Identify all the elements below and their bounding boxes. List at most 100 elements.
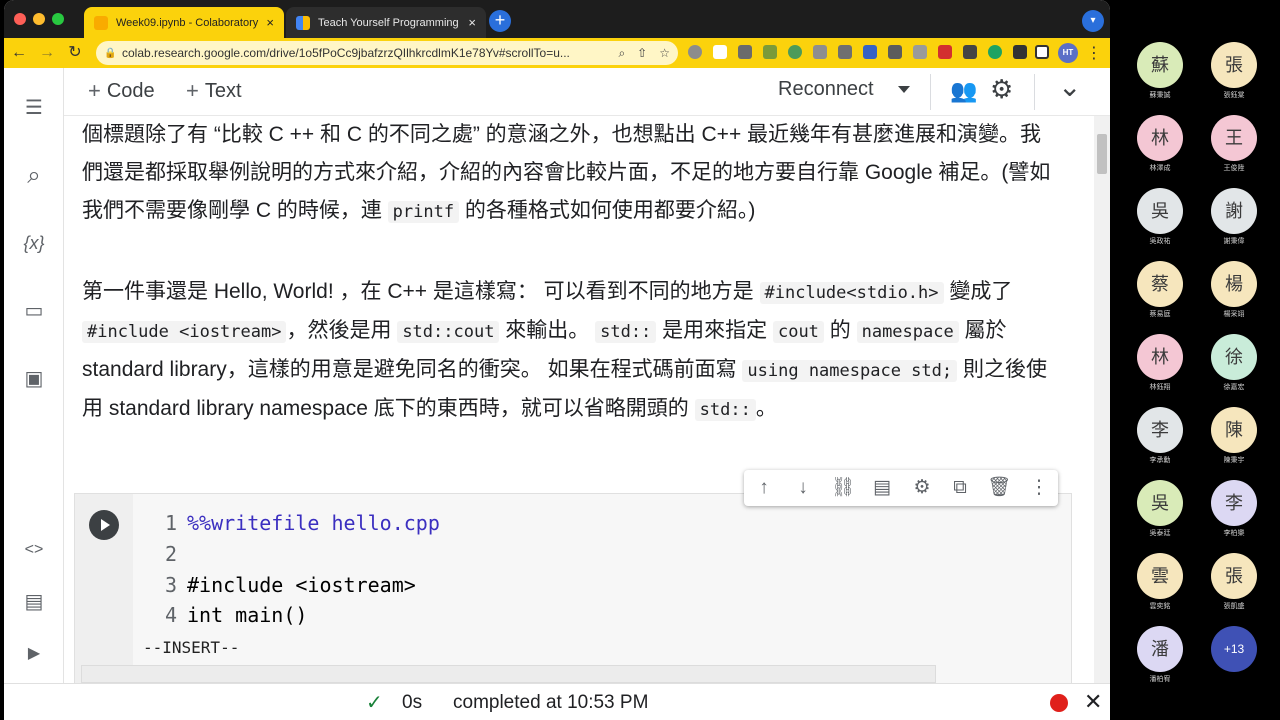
cell-settings-gear-icon[interactable]: ⚙ (910, 476, 934, 500)
tab-close-icon[interactable]: × (266, 15, 274, 30)
scrollbar-thumb[interactable] (1097, 134, 1107, 174)
extension-icon[interactable] (813, 45, 827, 59)
avatar: 陳 (1211, 407, 1257, 453)
tab-colab[interactable]: Week09.ipynb - Colaboratory × (84, 7, 284, 38)
settings-gear-icon[interactable]: ⚙ (990, 74, 1013, 105)
cell-toolbar: ↑ ↓ ⛓ ▤ ⚙ ⧉ 🗑 ⋮ (744, 470, 1058, 506)
mirror-cell-icon[interactable]: ⧉ (948, 476, 972, 500)
more-options-icon[interactable]: ⋮ (1027, 476, 1051, 500)
extension-icon[interactable] (888, 45, 902, 59)
code-line[interactable]: 2 (155, 539, 187, 569)
participant-tile[interactable]: 楊楊采翊 (1204, 261, 1264, 319)
extension-icon[interactable] (863, 45, 877, 59)
forward-arrow-icon[interactable]: → (36, 42, 58, 64)
participant-name: 吳政祐 (1149, 238, 1171, 245)
participant-tile[interactable]: 雲雲奕銘 (1130, 553, 1190, 611)
avatar: 李 (1211, 480, 1257, 526)
bookmark-star-icon[interactable]: ☆ (659, 46, 670, 60)
comment-icon[interactable]: ▤ (870, 476, 894, 500)
vertical-scrollbar[interactable] (1094, 116, 1110, 683)
extension-icon[interactable] (938, 45, 952, 59)
participant-tile[interactable]: 蔡蔡易庭 (1130, 261, 1190, 319)
tab-teach-yourself[interactable]: Teach Yourself Programming in × (286, 7, 486, 38)
share-icon[interactable]: ⇧ (637, 46, 647, 60)
extension-icon[interactable] (988, 45, 1002, 59)
address-bar[interactable]: 🔒 colab.research.google.com/drive/1o5fPo… (96, 41, 678, 65)
files-folder-icon[interactable]: ▭ (20, 297, 48, 325)
url-text[interactable]: colab.research.google.com/drive/1o5fPoCc… (122, 46, 606, 60)
terminal-icon[interactable]: ▶ (20, 640, 48, 668)
extension-icon[interactable] (713, 45, 727, 59)
extension-icon[interactable] (738, 45, 752, 59)
back-arrow-icon[interactable]: ← (8, 42, 30, 64)
horizontal-scrollbar[interactable] (81, 665, 936, 683)
participant-tile[interactable]: +13 (1204, 626, 1264, 674)
extension-icon[interactable] (913, 45, 927, 59)
calendar-icon[interactable]: ▣ (20, 365, 48, 393)
browser-menu-icon[interactable]: ⋮ (1086, 43, 1102, 63)
participant-tile[interactable]: 張張鈺棠 (1204, 42, 1264, 100)
participant-tile[interactable]: 吳吳政祐 (1130, 188, 1190, 246)
line-number: 4 (164, 603, 177, 627)
code-cell[interactable]: 1 %%writefile hello.cpp 2 3 #include <iost… (74, 493, 1072, 683)
avatar: 雲 (1137, 553, 1183, 599)
paragraph-text: 的 (823, 319, 857, 342)
link-icon[interactable]: ⛓ (831, 476, 855, 500)
share-people-icon[interactable]: 👥 (950, 78, 977, 104)
collapse-header-icon[interactable]: ⌄ (1058, 70, 1081, 103)
delete-trash-icon[interactable]: 🗑 (987, 476, 1011, 500)
reconnect-button[interactable]: Reconnect (778, 78, 874, 101)
vim-mode-indicator: --INSERT-- (143, 638, 240, 657)
close-status-icon[interactable]: ✕ (1084, 689, 1102, 715)
participant-tile[interactable]: 王王俊陞 (1204, 115, 1264, 173)
search-icon[interactable]: ⌕ (20, 162, 48, 190)
recording-indicator-icon[interactable] (1050, 694, 1068, 712)
extension-icon[interactable] (788, 45, 802, 59)
extension-icon[interactable] (688, 45, 702, 59)
avatar: 謝 (1211, 188, 1257, 234)
participant-tile[interactable]: 陳陳秉宇 (1204, 407, 1264, 465)
maximize-window-button[interactable] (52, 13, 64, 25)
close-window-button[interactable] (14, 13, 26, 25)
tab-close-icon[interactable]: × (468, 15, 476, 30)
reload-icon[interactable]: ↻ (64, 42, 86, 64)
inline-code: printf (387, 201, 460, 223)
minimize-window-button[interactable] (33, 13, 45, 25)
participant-tile[interactable]: 潘潘柏宥 (1130, 626, 1190, 684)
tab-search-chevron-icon[interactable]: ▾ (1082, 10, 1104, 32)
participant-tile[interactable]: 李李承勳 (1130, 407, 1190, 465)
participant-tile[interactable]: 林林澤成 (1130, 115, 1190, 173)
avatar: 張 (1211, 553, 1257, 599)
command-palette-icon[interactable]: ▤ (20, 588, 48, 616)
puzzle-extensions-icon[interactable] (1013, 45, 1027, 59)
participant-tile[interactable]: 李李柏樂 (1204, 480, 1264, 538)
paragraph-text: 是用來指定 (656, 319, 773, 342)
zoom-icon[interactable]: ⌕ (618, 46, 625, 61)
add-text-button[interactable]: + Text (186, 78, 242, 104)
code-line[interactable]: 3 #include <iostream> (155, 570, 416, 600)
extension-icon[interactable] (963, 45, 977, 59)
code-snippets-icon[interactable]: <> (20, 536, 48, 564)
run-cell-button[interactable] (89, 510, 119, 540)
extension-icon[interactable] (838, 45, 852, 59)
participant-tile[interactable]: 吳吳泰廷 (1130, 480, 1190, 538)
profile-avatar[interactable]: HT (1058, 43, 1078, 63)
reconnect-dropdown-icon[interactable] (898, 86, 910, 93)
code-line[interactable]: 1 %%writefile hello.cpp (155, 508, 440, 538)
variables-icon[interactable]: {x} (20, 229, 48, 257)
participant-tile[interactable]: 謝謝秉偉 (1204, 188, 1264, 246)
participant-tile[interactable]: 徐徐嘉宏 (1204, 334, 1264, 392)
move-cell-down-icon[interactable]: ↓ (791, 476, 815, 500)
inline-code: std::cout (397, 321, 500, 343)
code-line[interactable]: 4 int main() (155, 600, 307, 630)
move-cell-up-icon[interactable]: ↑ (752, 476, 776, 500)
add-code-button[interactable]: + Code (88, 78, 155, 104)
table-of-contents-icon[interactable]: ☰ (20, 94, 48, 122)
extension-icon[interactable] (763, 45, 777, 59)
code-text: #include <iostream> (187, 573, 416, 597)
new-tab-button[interactable]: + (489, 10, 511, 32)
side-panel-icon[interactable] (1035, 45, 1049, 59)
participant-tile[interactable]: 張張凱盛 (1204, 553, 1264, 611)
participant-tile[interactable]: 蘇蘇秉誠 (1130, 42, 1190, 100)
participant-tile[interactable]: 林林鈺翔 (1130, 334, 1190, 392)
